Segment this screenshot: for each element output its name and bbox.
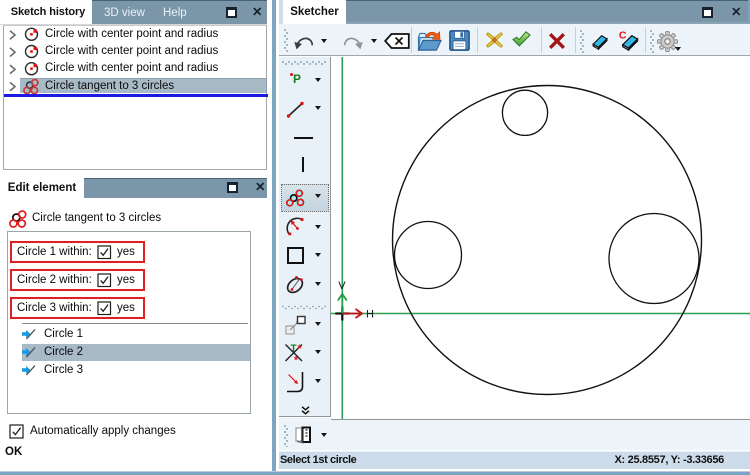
- svg-text:*: *: [294, 355, 299, 367]
- svg-text:C: C: [619, 30, 627, 42]
- svg-text:H: H: [366, 309, 374, 321]
- svg-text:*: *: [298, 343, 303, 355]
- svg-text:V: V: [338, 280, 346, 292]
- svg-text:T: T: [291, 344, 297, 355]
